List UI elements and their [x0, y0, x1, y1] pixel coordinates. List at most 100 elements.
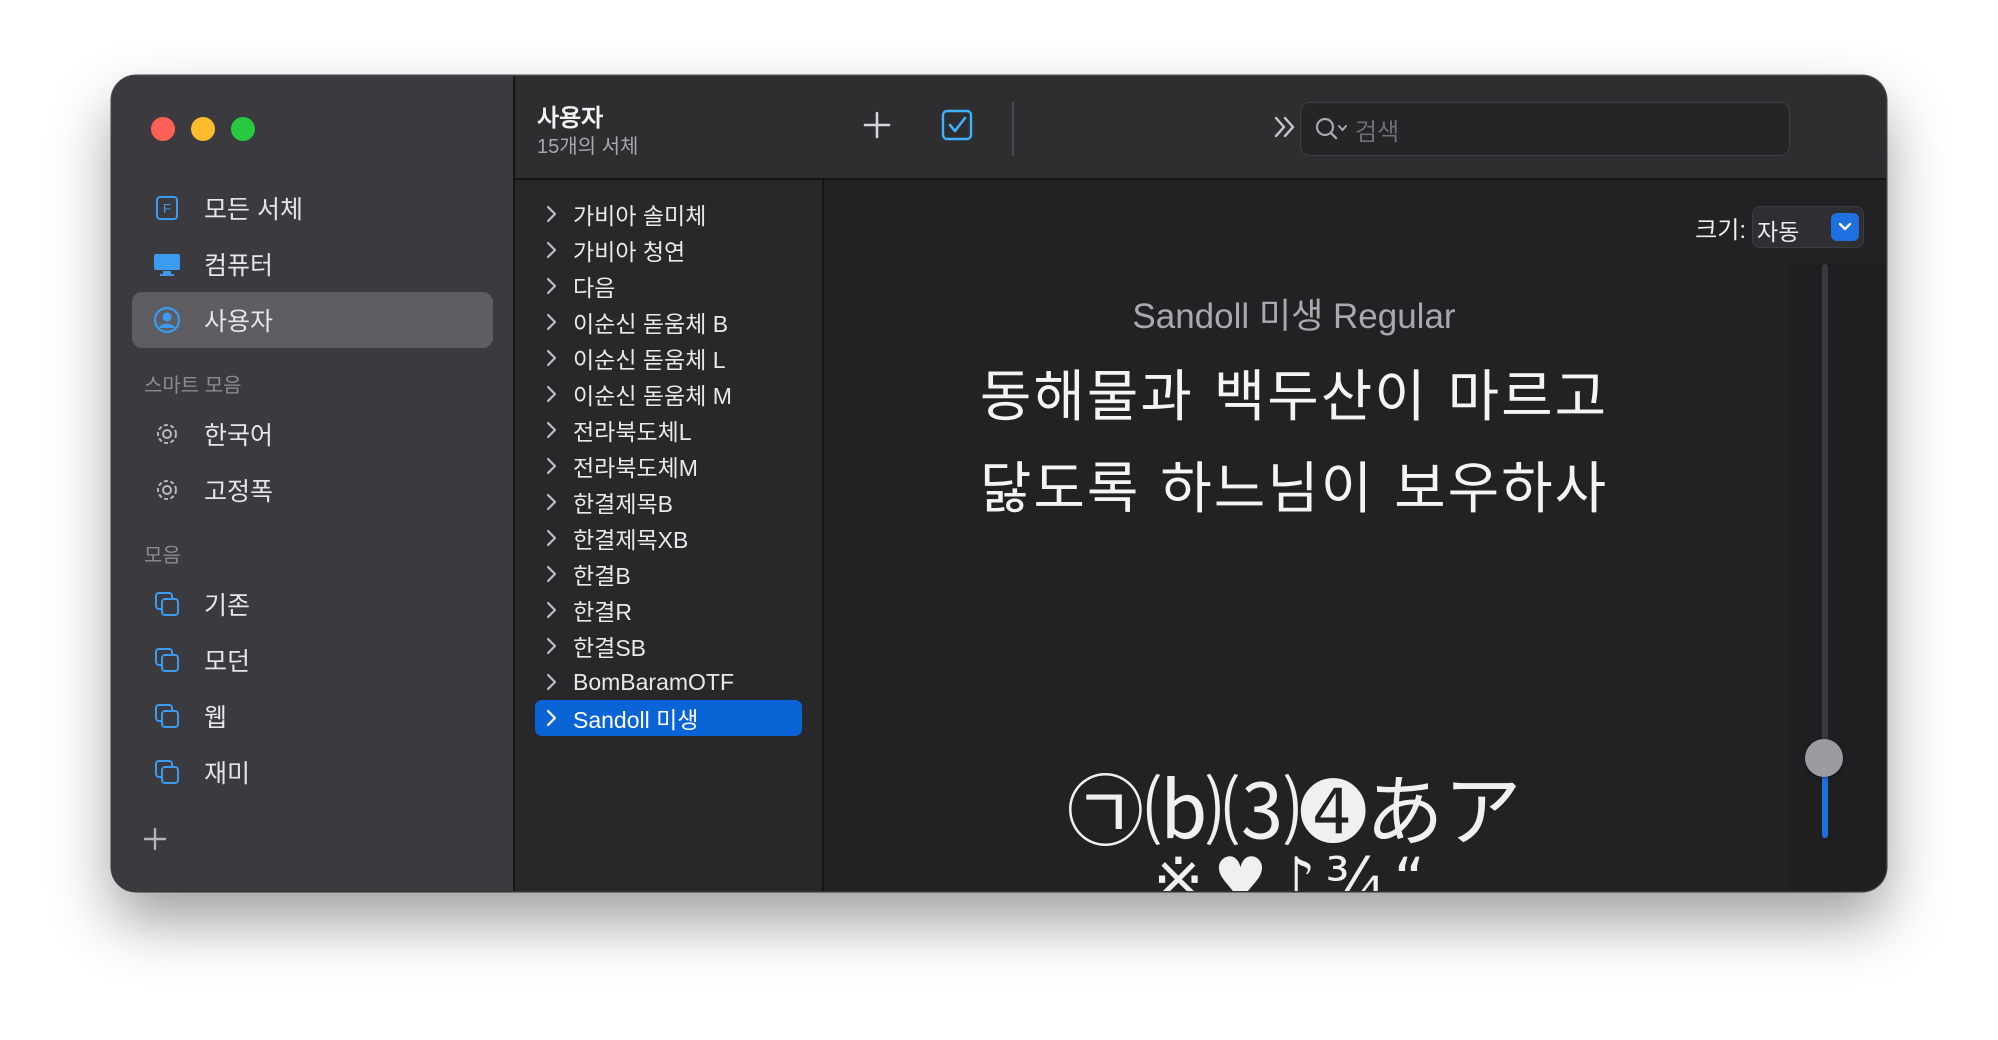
minimize-button[interactable] [191, 117, 215, 141]
chevron-right-icon[interactable] [545, 240, 559, 260]
search-field[interactable]: 검색 [1300, 102, 1790, 156]
size-label: 크기: [1695, 217, 1746, 244]
collection-icon [152, 589, 182, 619]
font-preview: 크기: 자동 Sandoll 미생 Regular 동해물과 백두산이 마르고 … [824, 180, 1886, 891]
sidebar-item-user[interactable]: 사용자 [132, 292, 493, 348]
add-collection-button[interactable] [140, 824, 170, 854]
font-family-label: 한결B [573, 563, 631, 589]
chevron-right-icon[interactable] [545, 492, 559, 512]
font-list-item[interactable]: 가비아 청연 [535, 232, 802, 268]
search-icon [1315, 117, 1347, 140]
font-family-label: 이순신 돋움체 M [573, 383, 732, 409]
font-family-label: 전라북도체M [573, 455, 698, 481]
monitor-icon [152, 249, 182, 279]
font-list-item[interactable]: 전라북도체M [535, 448, 802, 484]
plus-icon [143, 827, 167, 851]
font-list-item[interactable]: 한결제목B [535, 484, 802, 520]
font-family-label: 한결R [573, 599, 632, 625]
traffic-lights [151, 117, 255, 141]
sidebar: F 모든 서체 컴퓨터 사용자 스마트 모음 한국어 고정폭 모음 기존 모던 … [112, 76, 515, 891]
font-family-label: 이순신 돋움체 B [573, 311, 729, 337]
chevron-double-right-icon [1274, 116, 1295, 138]
font-family-label: 한결SB [573, 635, 647, 661]
slider-pane [1790, 264, 1886, 891]
font-list-item[interactable]: 이순신 돋움체 B [535, 304, 802, 340]
font-list-item[interactable]: 이순신 돋움체 L [535, 340, 802, 376]
chevron-down-icon [1831, 213, 1859, 241]
plus-icon [863, 111, 891, 139]
font-book-window: F 모든 서체 컴퓨터 사용자 스마트 모음 한국어 고정폭 모음 기존 모던 … [112, 76, 1886, 891]
font-family-label: 가비아 솔미체 [573, 203, 707, 229]
font-family-label: 이순신 돋움체 L [573, 347, 726, 373]
sidebar-item-computer[interactable]: 컴퓨터 [132, 236, 493, 292]
sidebar-item-label: 웹 [204, 704, 228, 732]
font-list-item[interactable]: Sandoll 미생 [535, 700, 802, 736]
font-list-item[interactable]: 한결제목XB [535, 520, 802, 556]
chevron-right-icon[interactable] [545, 312, 559, 332]
font-list-item[interactable]: 한결B [535, 556, 802, 592]
validate-font-button[interactable] [940, 108, 974, 142]
font-count: 15개의 서체 [537, 136, 639, 158]
sidebar-item-label: 컴퓨터 [204, 252, 274, 280]
sidebar-item-label: 사용자 [204, 308, 274, 336]
font-list-rows: 가비아 솔미체가비아 청연다음이순신 돋움체 B 이순신 돋움체 L 이순신 돋움체… [515, 196, 822, 736]
gear-icon [152, 475, 182, 505]
page-title: 사용자 [537, 105, 604, 132]
user-circle-icon [152, 305, 182, 335]
font-family-label: 가비아 청연 [573, 239, 686, 265]
sidebar-item-web[interactable]: 웹 [132, 688, 493, 744]
sidebar-item-label: 재미 [204, 760, 251, 788]
font-list-item[interactable]: 한결SB [535, 628, 802, 664]
chevron-right-icon[interactable] [545, 708, 559, 728]
sidebar-item-monospace[interactable]: 고정폭 [132, 462, 493, 518]
size-select-value: 자동 [1757, 219, 1800, 245]
sample-line-1: 동해물과 백두산이 마르고 [979, 365, 1609, 430]
close-button[interactable] [151, 117, 175, 141]
font-family-label: 다음 [573, 275, 616, 301]
chevron-right-icon[interactable] [545, 276, 559, 296]
font-family-label: 한결제목XB [573, 527, 689, 553]
font-list-item[interactable]: 이순신 돋움체 M [535, 376, 802, 412]
sidebar-item-label: 기존 [204, 592, 251, 620]
toolbar-divider [1012, 102, 1014, 156]
sidebar-item-classic[interactable]: 기존 [132, 576, 493, 632]
font-family-label: BomBaramOTF [573, 668, 735, 695]
collections-header: 모음 [144, 545, 181, 567]
chevron-right-icon[interactable] [545, 672, 559, 692]
collection-icon [152, 757, 182, 787]
size-slider-thumb[interactable] [1805, 738, 1843, 777]
size-select[interactable]: 자동 [1752, 206, 1864, 248]
font-list-item[interactable]: BomBaramOTF [535, 664, 802, 700]
chevron-right-icon[interactable] [545, 420, 559, 440]
smart-collections-header: 스마트 모음 [144, 375, 242, 397]
chevron-right-icon[interactable] [545, 636, 559, 656]
chevron-right-icon[interactable] [545, 564, 559, 584]
add-font-button[interactable] [860, 108, 894, 142]
preview-sample-text: 동해물과 백두산이 마르고 닳도록 하느님이 보우하사 [824, 352, 1764, 536]
font-list-item[interactable]: 전라북도체L [535, 412, 802, 448]
font-list-item[interactable]: 가비아 솔미체 [535, 196, 802, 232]
chevron-right-icon[interactable] [545, 528, 559, 548]
sidebar-item-label: 고정폭 [204, 478, 274, 506]
font-family-label: Sandoll 미생 [573, 707, 699, 733]
chevron-right-icon[interactable] [545, 204, 559, 224]
chevron-right-icon[interactable] [545, 600, 559, 620]
sidebar-item-modern[interactable]: 모던 [132, 632, 493, 688]
font-list-item[interactable]: 다음 [535, 268, 802, 304]
sidebar-item-label: 모던 [204, 648, 251, 676]
preview-font-name: Sandoll 미생 Regular [1132, 297, 1456, 336]
font-family-label: 전라북도체L [573, 419, 692, 445]
chevron-right-icon[interactable] [545, 384, 559, 404]
gear-icon [152, 419, 182, 449]
chevron-right-icon[interactable] [545, 348, 559, 368]
font-family-label: 한결제목B [573, 491, 673, 517]
sidebar-item-fun[interactable]: 재미 [132, 744, 493, 800]
more-toolbar-button[interactable] [1270, 112, 1300, 142]
sidebar-item-all-fonts[interactable]: F 모든 서체 [132, 180, 493, 236]
chevron-right-icon[interactable] [545, 456, 559, 476]
sample-line-2: 닳도록 하느님이 보우하사 [979, 457, 1609, 522]
sidebar-item-korean[interactable]: 한국어 [132, 406, 493, 462]
font-list-item[interactable]: 한결R [535, 592, 802, 628]
collection-icon [152, 645, 182, 675]
zoom-button[interactable] [231, 117, 255, 141]
